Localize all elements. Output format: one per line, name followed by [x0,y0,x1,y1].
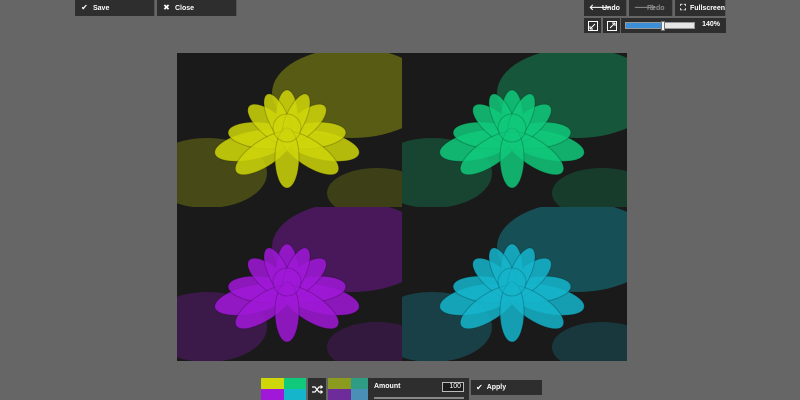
thumb-cell-green [283,378,306,389]
amount-input[interactable]: 100 [442,382,464,392]
zoom-slider-handle[interactable] [661,21,666,31]
filter-thumbnail-selected[interactable] [261,378,306,400]
apply-button[interactable]: ✔ Apply [471,380,542,395]
image-quadrant-yellow [177,53,402,207]
close-icon: ✖ [163,3,170,12]
zoom-slider[interactable] [625,21,695,31]
fullscreen-label: Fullscreen [689,4,725,12]
lotus-center [272,113,302,143]
zoom-in-button[interactable] [603,18,620,33]
image-quadrant-purple [177,207,402,361]
redo-button[interactable]: 🡒 Redo [629,0,673,16]
zoom-out-icon [587,20,598,31]
undo-button[interactable]: 🡐 Undo [584,0,627,16]
zoom-slider-fill [626,23,664,28]
thumb-cell-cyan [283,389,306,400]
thumb2-cell-1 [328,378,351,389]
amount-label: Amount [374,383,401,390]
lotus-center [272,267,302,297]
thumb2-cell-3 [328,389,351,400]
undo-label: Undo [602,4,620,12]
save-button[interactable]: ✔ Save [75,0,155,16]
thumb-cell-yellow [261,378,284,389]
close-button[interactable]: ✖ Close [157,0,237,16]
zoom-panel: 140% [621,18,726,33]
zoom-out-button[interactable] [584,18,601,33]
amount-slider[interactable] [374,397,464,399]
lotus-center [497,113,527,143]
filter-thumbnail[interactable] [328,378,373,400]
check-icon: ✔ [476,383,483,392]
redo-label: Redo [647,4,665,12]
lotus-center [497,267,527,297]
apply-label: Apply [486,384,507,391]
image-canvas[interactable] [177,53,627,361]
zoom-value: 140% [702,21,720,28]
close-label: Close [175,4,195,12]
amount-panel: Amount 100 [368,378,469,400]
arrow-right-icon: 🡒 [634,3,656,12]
thumb-cell-purple [261,389,284,400]
check-icon: ✔ [81,3,88,12]
fullscreen-button[interactable]: ⛶ Fullscreen [675,0,726,16]
shuffle-button[interactable] [308,378,326,400]
fullscreen-icon: ⛶ [680,3,686,12]
zoom-in-icon [606,20,617,31]
arrow-left-icon: 🡐 [589,3,611,12]
save-label: Save [93,4,110,12]
shuffle-icon [311,384,323,394]
image-quadrant-green [402,53,627,207]
image-quadrant-cyan [402,207,627,361]
